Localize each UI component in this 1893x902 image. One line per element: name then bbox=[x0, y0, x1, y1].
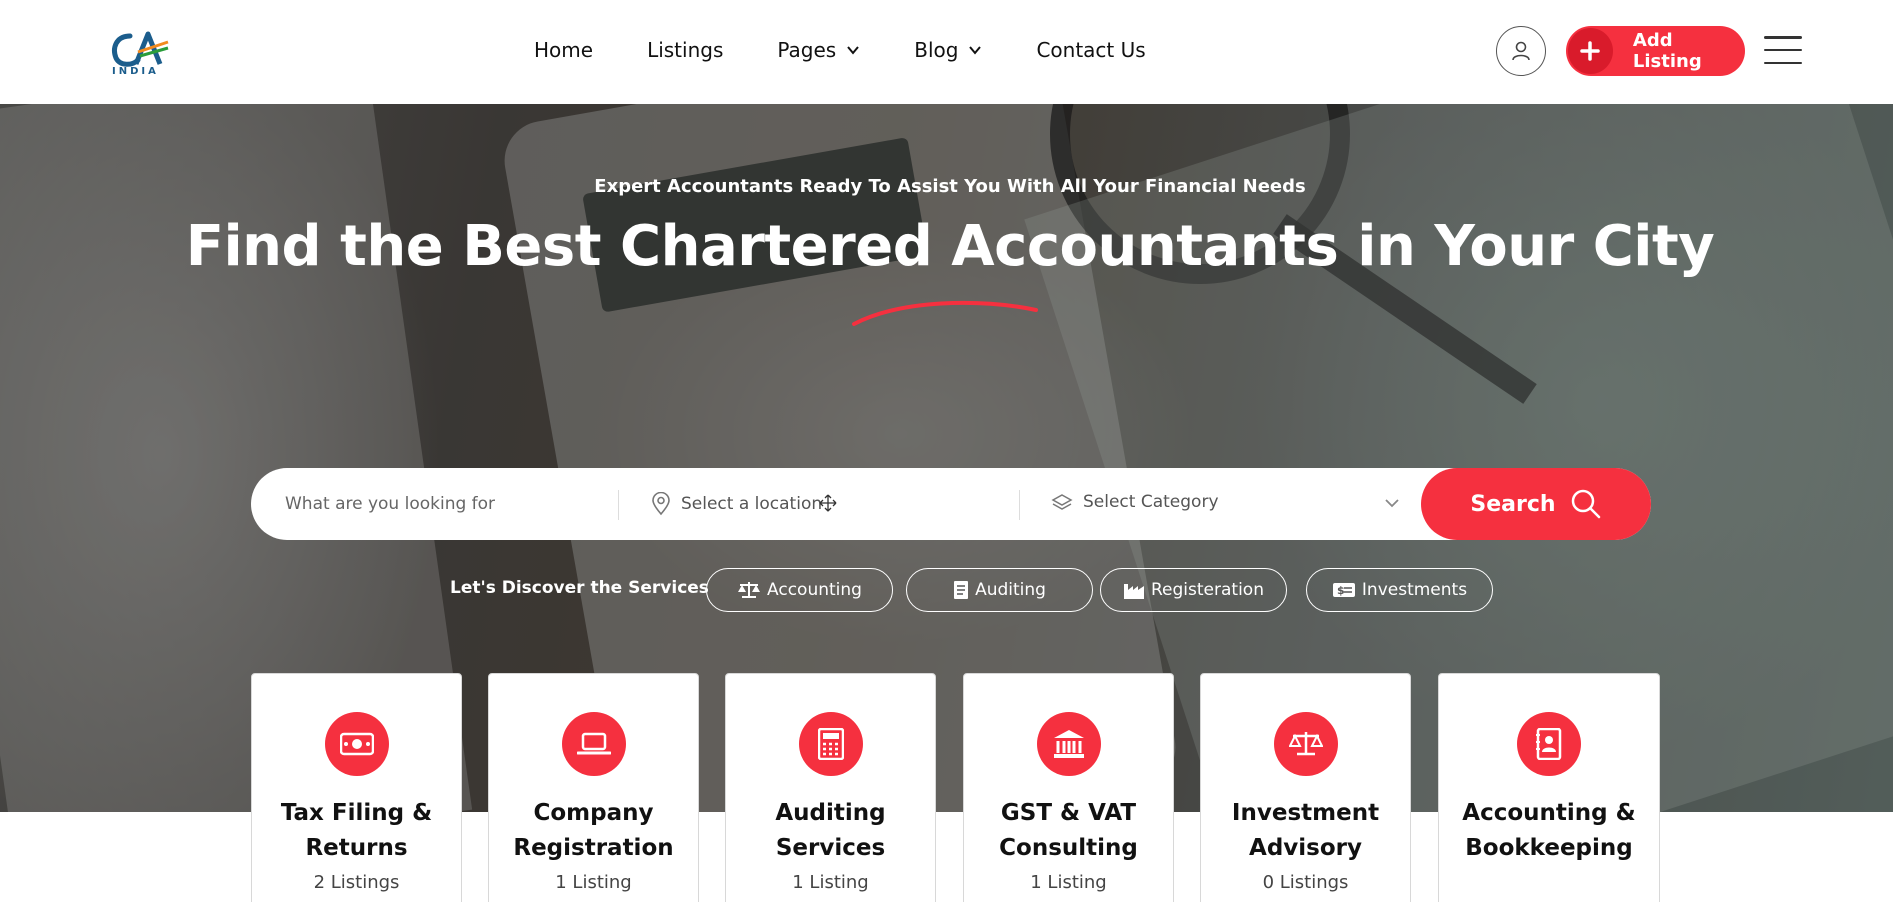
calculator-icon bbox=[798, 712, 863, 776]
divider bbox=[1019, 490, 1020, 520]
category-card-company-registration[interactable]: Company Registration 1 Listing bbox=[488, 673, 699, 902]
layers-icon bbox=[1051, 494, 1073, 510]
hero-subtitle: Expert Accountants Ready To Assist You W… bbox=[594, 176, 1306, 197]
user-icon bbox=[1512, 41, 1530, 61]
site-header: INDIA Home Listings Pages Blog Contact U… bbox=[0, 0, 1893, 104]
bank-icon bbox=[1036, 712, 1101, 776]
chevron-down-icon[interactable] bbox=[1384, 496, 1400, 510]
hamburger-icon[interactable] bbox=[1764, 36, 1802, 64]
service-pill-investments[interactable]: $ Investments bbox=[1306, 568, 1493, 612]
category-count: 1 Listing bbox=[1030, 872, 1107, 893]
category-title: Tax Filing & Returns bbox=[280, 800, 433, 861]
service-pill-label: Auditing bbox=[975, 580, 1046, 600]
factory-icon bbox=[1124, 584, 1144, 599]
scale-icon bbox=[1273, 712, 1338, 776]
nav-contact-label: Contact Us bbox=[1036, 38, 1146, 62]
search-bar: Select Category Search bbox=[251, 468, 1651, 540]
category-card-tax-filing[interactable]: Tax Filing & Returns 2 Listings bbox=[251, 673, 462, 902]
nav-blog[interactable]: Blog bbox=[914, 38, 982, 62]
search-button-label: Search bbox=[1470, 491, 1556, 517]
add-listing-button[interactable]: Add Listing bbox=[1566, 26, 1745, 76]
category-select[interactable]: Select Category bbox=[1083, 492, 1219, 512]
service-pill-registeration[interactable]: Registeration bbox=[1100, 568, 1287, 612]
service-pill-label: Accounting bbox=[767, 580, 862, 600]
service-pill-label: Registeration bbox=[1151, 580, 1264, 600]
category-select-label: Select Category bbox=[1083, 492, 1219, 512]
category-title: Investment Advisory bbox=[1231, 800, 1380, 861]
user-account-button[interactable] bbox=[1496, 26, 1546, 76]
category-count: 1 Listing bbox=[792, 872, 869, 893]
plus-icon bbox=[1568, 28, 1613, 74]
contact-book-icon bbox=[1517, 712, 1581, 776]
category-card-auditing-services[interactable]: Auditing Services 1 Listing bbox=[725, 673, 936, 902]
nav-listings-label: Listings bbox=[647, 38, 724, 62]
money-icon: $ bbox=[1332, 583, 1355, 597]
svg-text:$: $ bbox=[1337, 584, 1345, 597]
title-swoosh bbox=[852, 300, 1038, 326]
chevron-down-icon bbox=[969, 46, 982, 55]
category-title: GST & VAT Consulting bbox=[999, 800, 1138, 861]
category-card-gst-vat[interactable]: GST & VAT Consulting 1 Listing bbox=[963, 673, 1174, 902]
category-count: 2 Listings bbox=[313, 872, 400, 893]
divider bbox=[618, 490, 619, 520]
category-title: Company Registration bbox=[513, 800, 674, 861]
nav-listings[interactable]: Listings bbox=[647, 38, 723, 62]
nav-home-label: Home bbox=[534, 38, 594, 62]
nav-blog-label: Blog bbox=[914, 38, 959, 62]
category-card-accounting-bookkeeping[interactable]: Accounting & Bookkeeping bbox=[1438, 673, 1660, 902]
cash-icon bbox=[324, 712, 389, 776]
search-button[interactable]: Search bbox=[1421, 468, 1651, 540]
category-count: 0 Listings bbox=[1262, 872, 1349, 893]
keyword-search-input[interactable] bbox=[285, 488, 605, 520]
service-pill-label: Investments bbox=[1361, 580, 1468, 600]
chevron-down-icon bbox=[847, 46, 859, 55]
nav-contact[interactable]: Contact Us bbox=[1036, 38, 1145, 62]
location-pin-icon bbox=[652, 492, 670, 516]
discover-label: Let's Discover the Services bbox=[450, 578, 709, 598]
category-count: 1 Listing bbox=[555, 872, 632, 893]
hero-title: Find the Best Chartered Accountants in Y… bbox=[185, 214, 1715, 279]
scale-icon bbox=[738, 582, 761, 598]
category-title: Accounting & Bookkeeping bbox=[1462, 800, 1636, 861]
add-listing-label: Add Listing bbox=[1632, 30, 1702, 72]
move-cursor-icon bbox=[819, 494, 837, 512]
nav-home[interactable]: Home bbox=[534, 38, 593, 62]
nav-pages-label: Pages bbox=[777, 38, 837, 62]
service-pill-auditing[interactable]: Auditing bbox=[906, 568, 1093, 612]
search-icon bbox=[1571, 489, 1600, 519]
service-pill-accounting[interactable]: Accounting bbox=[706, 568, 893, 612]
category-card-investment-advisory[interactable]: Investment Advisory 0 Listings bbox=[1200, 673, 1411, 902]
laptop-icon bbox=[561, 712, 626, 776]
document-icon bbox=[954, 581, 969, 599]
nav-pages[interactable]: Pages bbox=[777, 38, 860, 62]
main-nav: Home Listings Pages Blog Contact Us bbox=[534, 38, 1200, 62]
logo-subtext: INDIA bbox=[112, 66, 159, 77]
category-title: Auditing Services bbox=[775, 800, 886, 861]
